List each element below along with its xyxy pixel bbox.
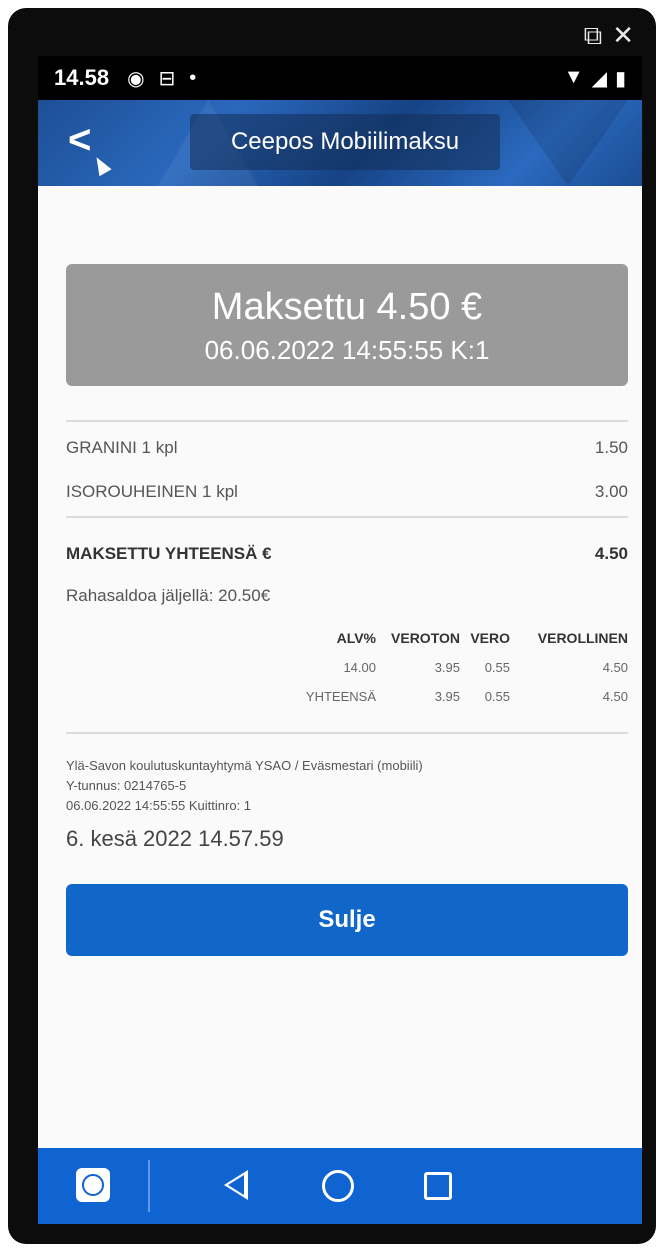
divider — [66, 516, 628, 518]
vat-cell: 3.95 — [434, 689, 460, 704]
vat-header-row: ALV% VEROTON VERO VEROLLINEN — [278, 630, 628, 656]
total-label: MAKSETTU YHTEENSÄ € — [66, 544, 272, 563]
vat-cell: YHTEENSÄ — [305, 689, 376, 704]
android-nav-bar — [38, 1148, 642, 1224]
teamviewer-icon: ⊟ — [158, 67, 176, 90]
window-controls: ⧉ ✕ — [584, 22, 634, 48]
receipt-item: ISOROUHEINEN 1 kpl 3.00 — [66, 482, 628, 502]
receipt-footer: Ylä-Savon koulutuskuntayhtymä YSAO / Evä… — [66, 756, 423, 816]
vat-header: VERO — [470, 630, 510, 646]
item-name: ISOROUHEINEN 1 kpl — [66, 482, 238, 501]
phone-screen: 14.58 ◉ ⊟ • ▼ ◢ ▮ < Ceepos Mobiilimaksu … — [38, 56, 642, 1224]
merchant-name: Ylä-Savon koulutuskuntayhtymä YSAO / Evä… — [66, 758, 423, 773]
vat-cell: 0.55 — [484, 689, 510, 704]
vat-cell: 0.55 — [484, 660, 510, 675]
paid-amount: Maksettu 4.50 € — [211, 286, 483, 328]
nav-home-icon[interactable] — [322, 1170, 354, 1202]
receipt-number: 06.06.2022 14:55:55 Kuittinro: 1 — [66, 798, 252, 813]
vat-header: ALV% — [336, 630, 376, 646]
receipt-timestamp: 6. kesä 2022 14.57.59 — [66, 826, 284, 851]
total-row: MAKSETTU YHTEENSÄ € 4.50 — [66, 544, 628, 564]
balance-remaining: Rahasaldoa jäljellä: 20.50€ — [66, 586, 271, 605]
item-price: 1.50 — [594, 438, 628, 457]
paid-datetime: 06.06.2022 14:55:55 K:1 — [204, 335, 490, 365]
vat-cell: 3.95 — [434, 660, 460, 675]
status-time: 14.58 — [54, 65, 110, 90]
payment-summary: Maksettu 4.50 € 06.06.2022 14:55:55 K:1 — [66, 264, 628, 386]
vat-cell: 4.50 — [602, 660, 628, 675]
nav-recents-icon[interactable] — [424, 1172, 452, 1200]
vat-header: VEROTON — [391, 630, 460, 646]
status-bar: 14.58 ◉ ⊟ • ▼ ◢ ▮ — [38, 56, 642, 100]
vat-cell: 14.00 — [343, 660, 376, 675]
popout-icon[interactable]: ⧉ — [584, 22, 603, 48]
item-name: GRANINI 1 kpl — [66, 438, 178, 457]
receipt-item: GRANINI 1 kpl 1.50 — [66, 438, 628, 458]
business-id: Y-tunnus: 0214765-5 — [66, 778, 187, 793]
total-value: 4.50 — [594, 544, 628, 563]
close-button[interactable]: Sulje — [66, 884, 628, 956]
battery-icon: ▮ — [614, 67, 626, 90]
device-frame: ⧉ ✕ 14.58 ◉ ⊟ • ▼ ◢ ▮ < Ceepos Mobiilima… — [8, 8, 656, 1244]
item-price: 3.00 — [594, 482, 628, 501]
teamviewer-icon[interactable] — [76, 1168, 110, 1202]
close-window-icon[interactable]: ✕ — [612, 22, 634, 48]
vat-row: 14.00 3.95 0.55 4.50 — [278, 656, 628, 685]
vat-cell: 4.50 — [602, 689, 628, 704]
vat-row: YHTEENSÄ 3.95 0.55 4.50 — [278, 685, 628, 714]
signal-icon: ◢ — [591, 67, 607, 90]
nav-back-icon[interactable] — [224, 1170, 248, 1200]
wifi-icon: ▼ — [563, 65, 584, 88]
nav-divider — [148, 1160, 150, 1212]
eye-icon: ◉ — [127, 67, 145, 90]
app-bar: < Ceepos Mobiilimaksu — [38, 100, 642, 186]
divider — [66, 420, 628, 422]
vat-header: VEROLLINEN — [537, 630, 628, 646]
vat-table: ALV% VEROTON VERO VEROLLINEN 14.00 3.95 … — [278, 630, 628, 714]
dot-icon: • — [189, 66, 197, 89]
app-title: Ceepos Mobiilimaksu — [190, 114, 500, 170]
divider — [66, 732, 628, 734]
